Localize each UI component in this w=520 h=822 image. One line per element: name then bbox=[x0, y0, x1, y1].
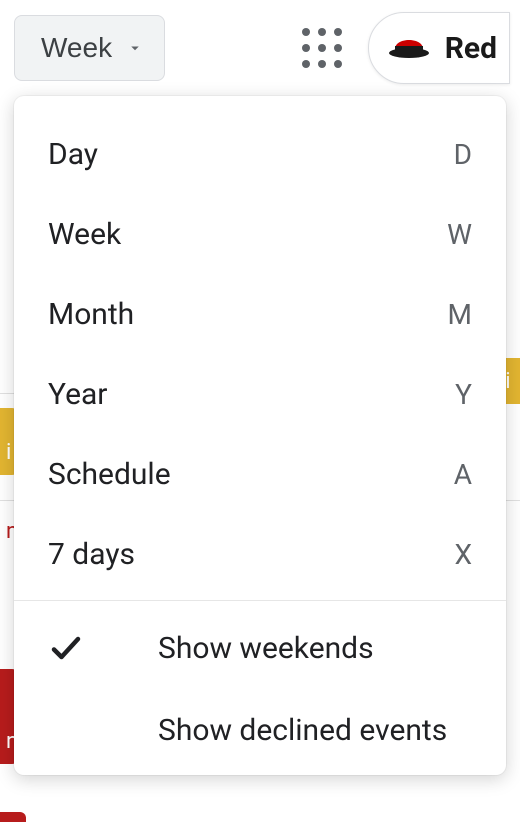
event-text: i bbox=[6, 440, 11, 465]
view-selector-menu: Day D Week W Month M Year Y Schedule A 7… bbox=[14, 96, 506, 775]
view-selector-button[interactable]: Week bbox=[14, 15, 165, 81]
menu-item-month[interactable]: Month M bbox=[14, 274, 506, 354]
menu-item-label: Month bbox=[48, 297, 448, 332]
google-apps-icon[interactable] bbox=[300, 26, 344, 70]
menu-toggle-label: Show weekends bbox=[158, 631, 374, 666]
calendar-event[interactable] bbox=[0, 812, 26, 822]
view-selector-label: Week bbox=[41, 32, 112, 64]
menu-toggle-label: Show declined events bbox=[158, 713, 447, 748]
menu-item-shortcut: D bbox=[454, 138, 472, 171]
check-icon bbox=[48, 630, 158, 666]
redhat-logo-icon bbox=[387, 29, 431, 67]
menu-toggle-show-declined[interactable]: Show declined events bbox=[14, 689, 506, 771]
menu-item-label: Week bbox=[48, 217, 447, 252]
menu-item-year[interactable]: Year Y bbox=[14, 354, 506, 434]
menu-item-label: Schedule bbox=[48, 457, 454, 492]
menu-item-shortcut: Y bbox=[455, 378, 472, 411]
menu-item-schedule[interactable]: Schedule A bbox=[14, 434, 506, 514]
menu-separator bbox=[14, 600, 506, 601]
menu-item-day[interactable]: Day D bbox=[14, 114, 506, 194]
menu-item-label: 7 days bbox=[48, 537, 454, 572]
chevron-down-icon bbox=[126, 32, 144, 64]
menu-item-week[interactable]: Week W bbox=[14, 194, 506, 274]
menu-item-label: Day bbox=[48, 137, 454, 172]
menu-toggle-show-weekends[interactable]: Show weekends bbox=[14, 607, 506, 689]
menu-item-shortcut: X bbox=[454, 538, 472, 571]
menu-item-7days[interactable]: 7 days X bbox=[14, 514, 506, 594]
account-brand-label: Red bbox=[445, 31, 497, 66]
menu-item-shortcut: M bbox=[448, 298, 472, 331]
toolbar: Week Red bbox=[0, 0, 520, 102]
menu-item-shortcut: A bbox=[454, 458, 472, 491]
account-brand-chip[interactable]: Red bbox=[368, 12, 510, 84]
menu-item-shortcut: W bbox=[447, 218, 472, 251]
menu-item-label: Year bbox=[48, 377, 455, 412]
